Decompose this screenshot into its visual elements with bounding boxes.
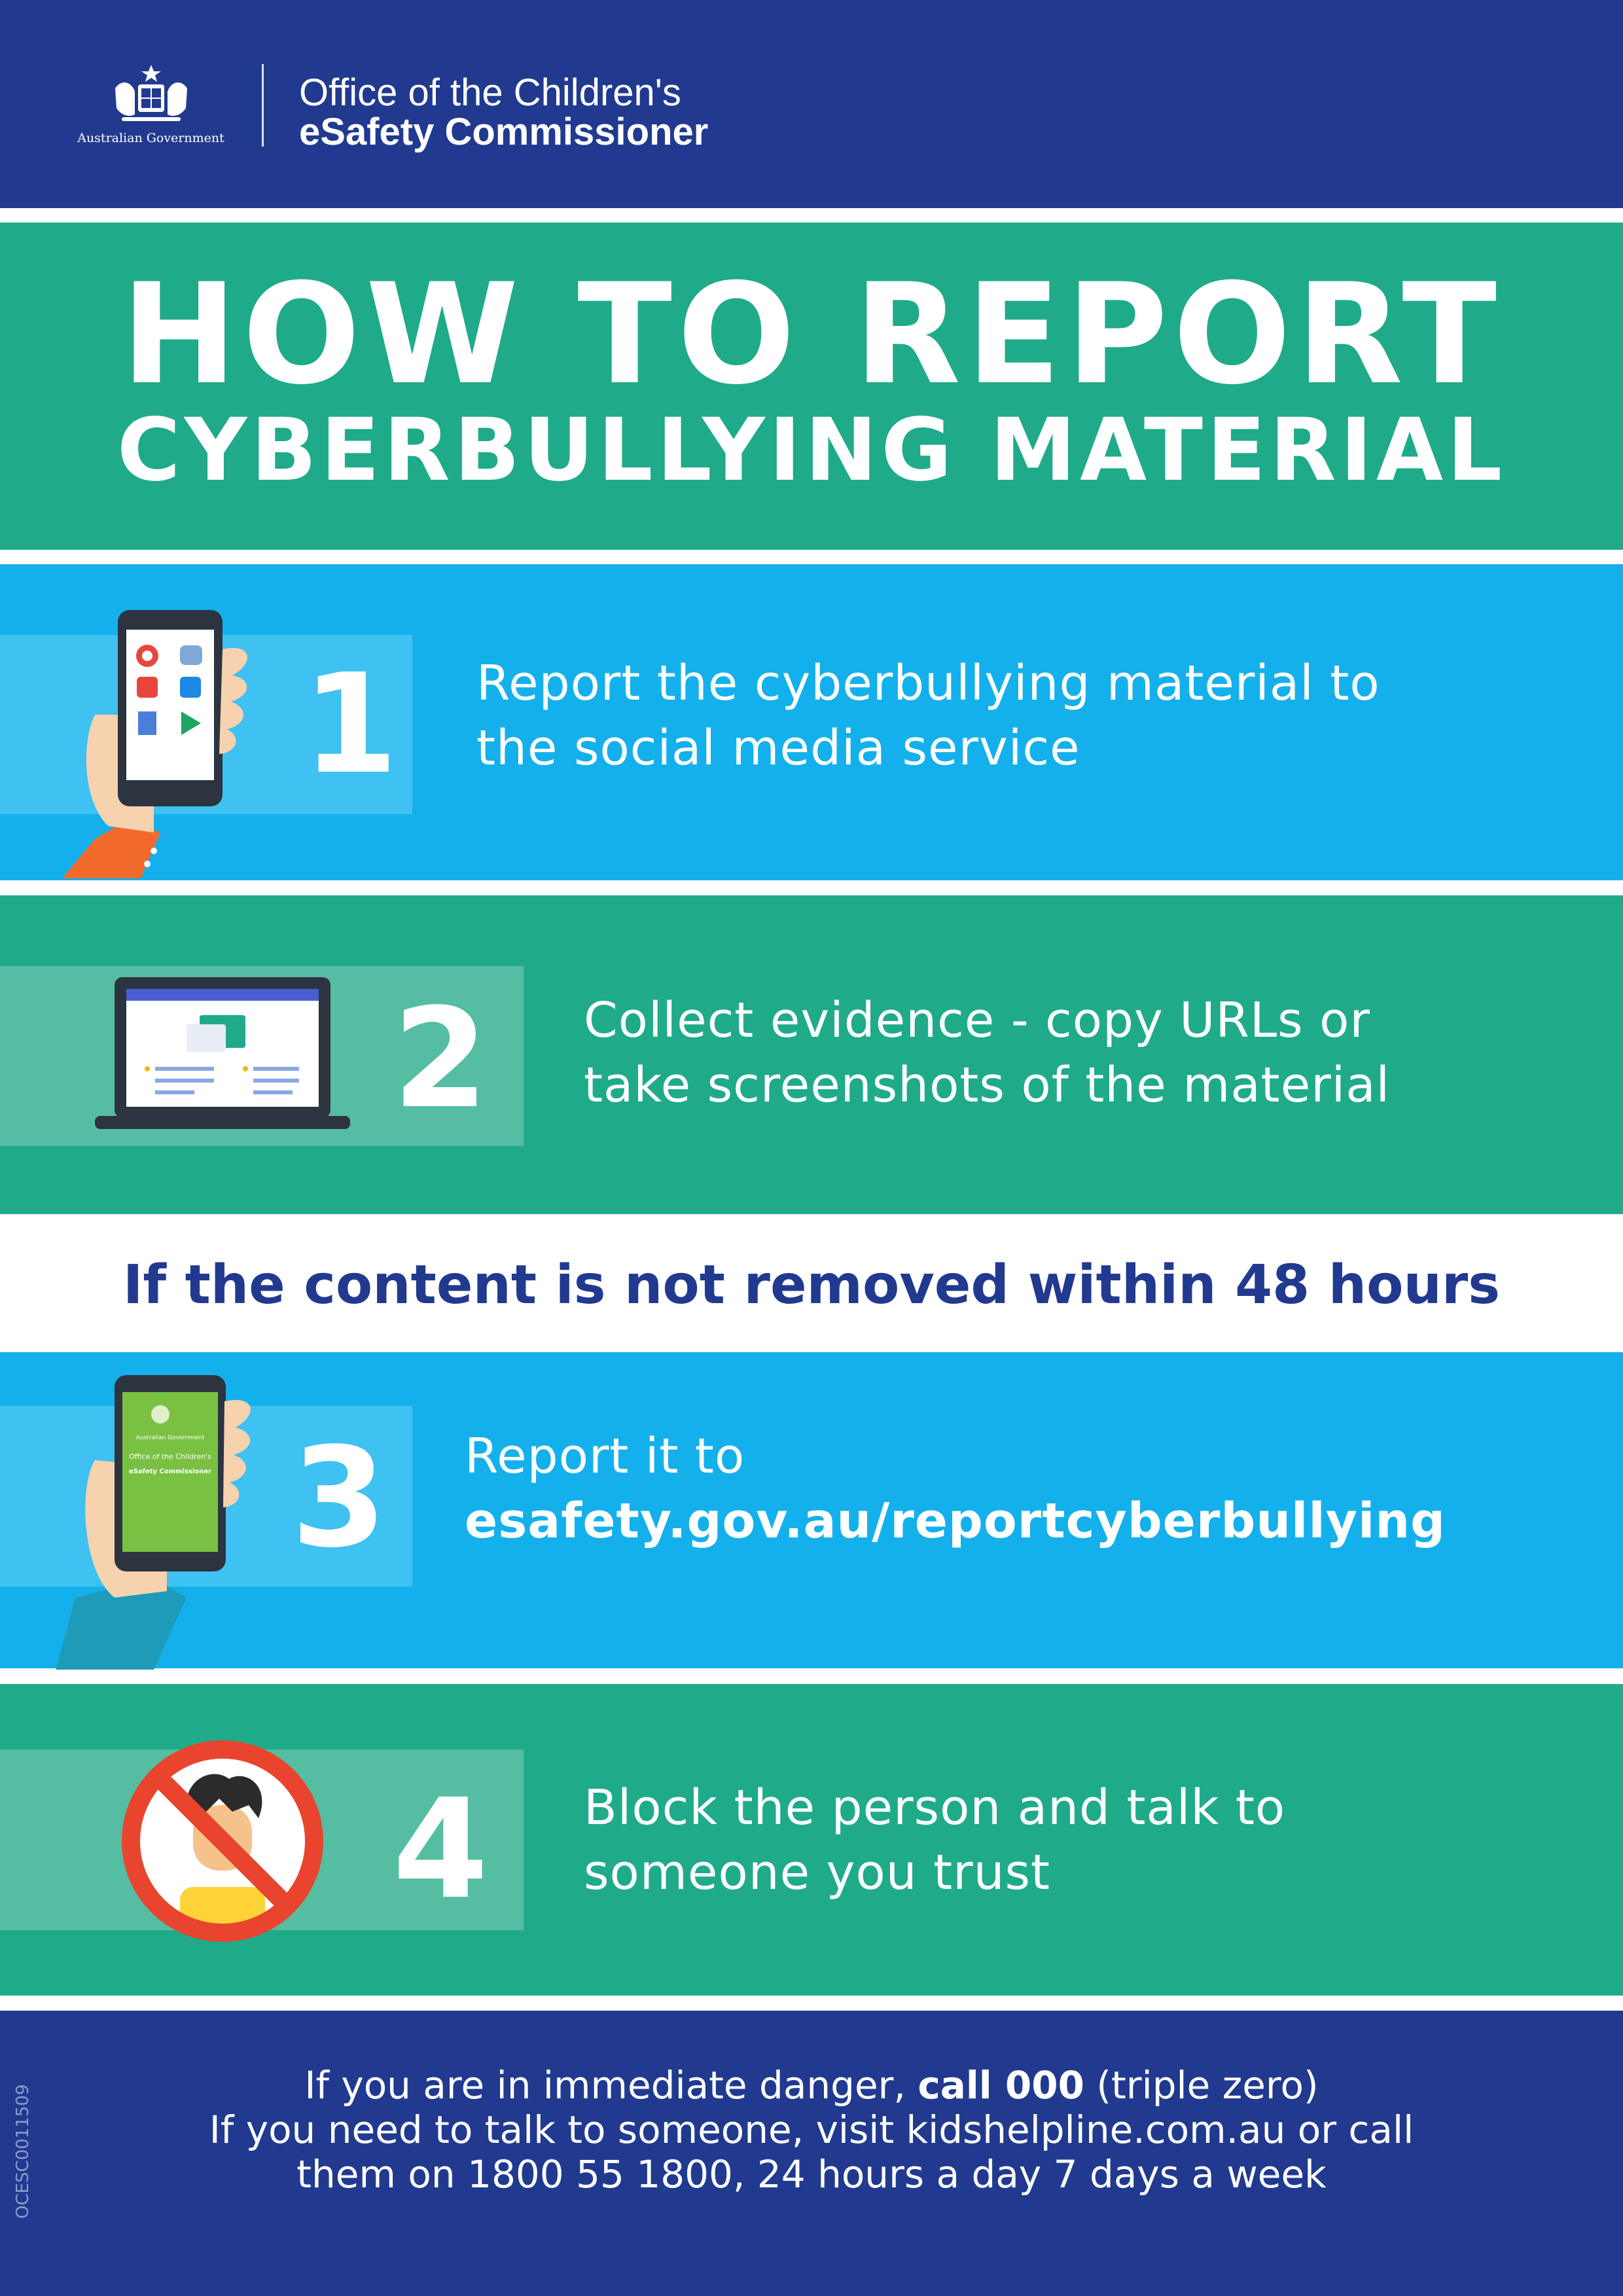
header-bar: Australian Government Office of the Chil… — [0, 0, 1623, 208]
step-1-number: 1 — [302, 644, 399, 804]
condition-band: If the content is not removed within 48 … — [0, 1216, 1623, 1352]
phone-caption-top: Australian Government — [136, 1435, 205, 1441]
coat-of-arms-icon — [115, 65, 187, 121]
step-4-text: Block the person and talk to someone you… — [584, 1776, 1285, 1905]
phone-caption-mid: Office of the Children's — [129, 1452, 211, 1461]
footer-line1-post: (triple zero) — [1084, 2063, 1319, 2108]
step-4-band: 4 Block the person and talk to someone y… — [0, 1684, 1623, 1996]
footer-line1: If you are in immediate danger, call 000… — [0, 2063, 1623, 2108]
header-divider — [262, 64, 264, 147]
step-2-number: 2 — [393, 978, 489, 1139]
footer-line3: them on 1800 55 1800, 24 hours a day 7 d… — [296, 2152, 1327, 2197]
australian-government-crest: Australian Government — [71, 62, 231, 151]
step-1-band: 1 Report the cyberbullying material to t… — [0, 564, 1623, 880]
office-name-line2: eSafety Commissioner — [299, 111, 709, 153]
laptop-icon — [95, 977, 350, 1129]
phone-in-hand-icon — [62, 610, 247, 878]
step-4-number: 4 — [393, 1769, 489, 1929]
page-subtitle: CYBERBULLYING MATERIAL — [116, 400, 1507, 501]
emergency-call-text: call 000 — [918, 2063, 1084, 2108]
step-3-line1: Report it to — [465, 1428, 745, 1484]
step-2-line1: Collect evidence - copy URLs or — [584, 992, 1370, 1049]
office-name-line1: Office of the Children's — [299, 71, 681, 114]
page-title: HOW TO REPORT — [121, 253, 1502, 415]
footer-line1-pre: If you are in immediate danger, — [304, 2063, 918, 2108]
title-band: HOW TO REPORT CYBERBULLYING MATERIAL — [0, 223, 1623, 550]
document-code: OCESC0011509 — [13, 2084, 33, 2219]
step-2-line2: take screenshots of the material — [584, 1057, 1391, 1113]
step-1-line1: Report the cyberbullying material to — [476, 655, 1380, 711]
step-3-number: 3 — [291, 1418, 387, 1578]
step-2-text: Collect evidence - copy URLs or take scr… — [584, 988, 1390, 1118]
step-2-band: 2 Collect evidence - copy URLs or take s… — [0, 895, 1623, 1214]
blocked-person-icon — [122, 1740, 323, 1942]
step-1-line2: the social media service — [476, 720, 1080, 776]
esafety-phone-icon: Australian Government Office of the Chil… — [56, 1375, 251, 1670]
step-3-text: Report it to esafety.gov.au/reportcyberb… — [465, 1424, 1446, 1554]
step-4-line1: Block the person and talk to — [584, 1780, 1286, 1836]
crest-caption: Australian Government — [77, 131, 224, 145]
footer-line2: If you need to talk to someone, visit ki… — [209, 2108, 1414, 2152]
step-1-text: Report the cyberbullying material to the… — [476, 651, 1380, 781]
step-4-line2: someone you trust — [584, 1844, 1051, 1901]
reporting-url[interactable]: esafety.gov.au/reportcyberbullying — [465, 1489, 1446, 1554]
footer-bar: If you are in immediate danger, call 000… — [0, 2011, 1623, 2296]
condition-text: If the content is not removed within 48 … — [122, 1254, 1501, 1316]
step-3-band: Australian Government Office of the Chil… — [0, 1352, 1623, 1670]
phone-caption-brand: eSafety Commissioner — [129, 1468, 211, 1475]
